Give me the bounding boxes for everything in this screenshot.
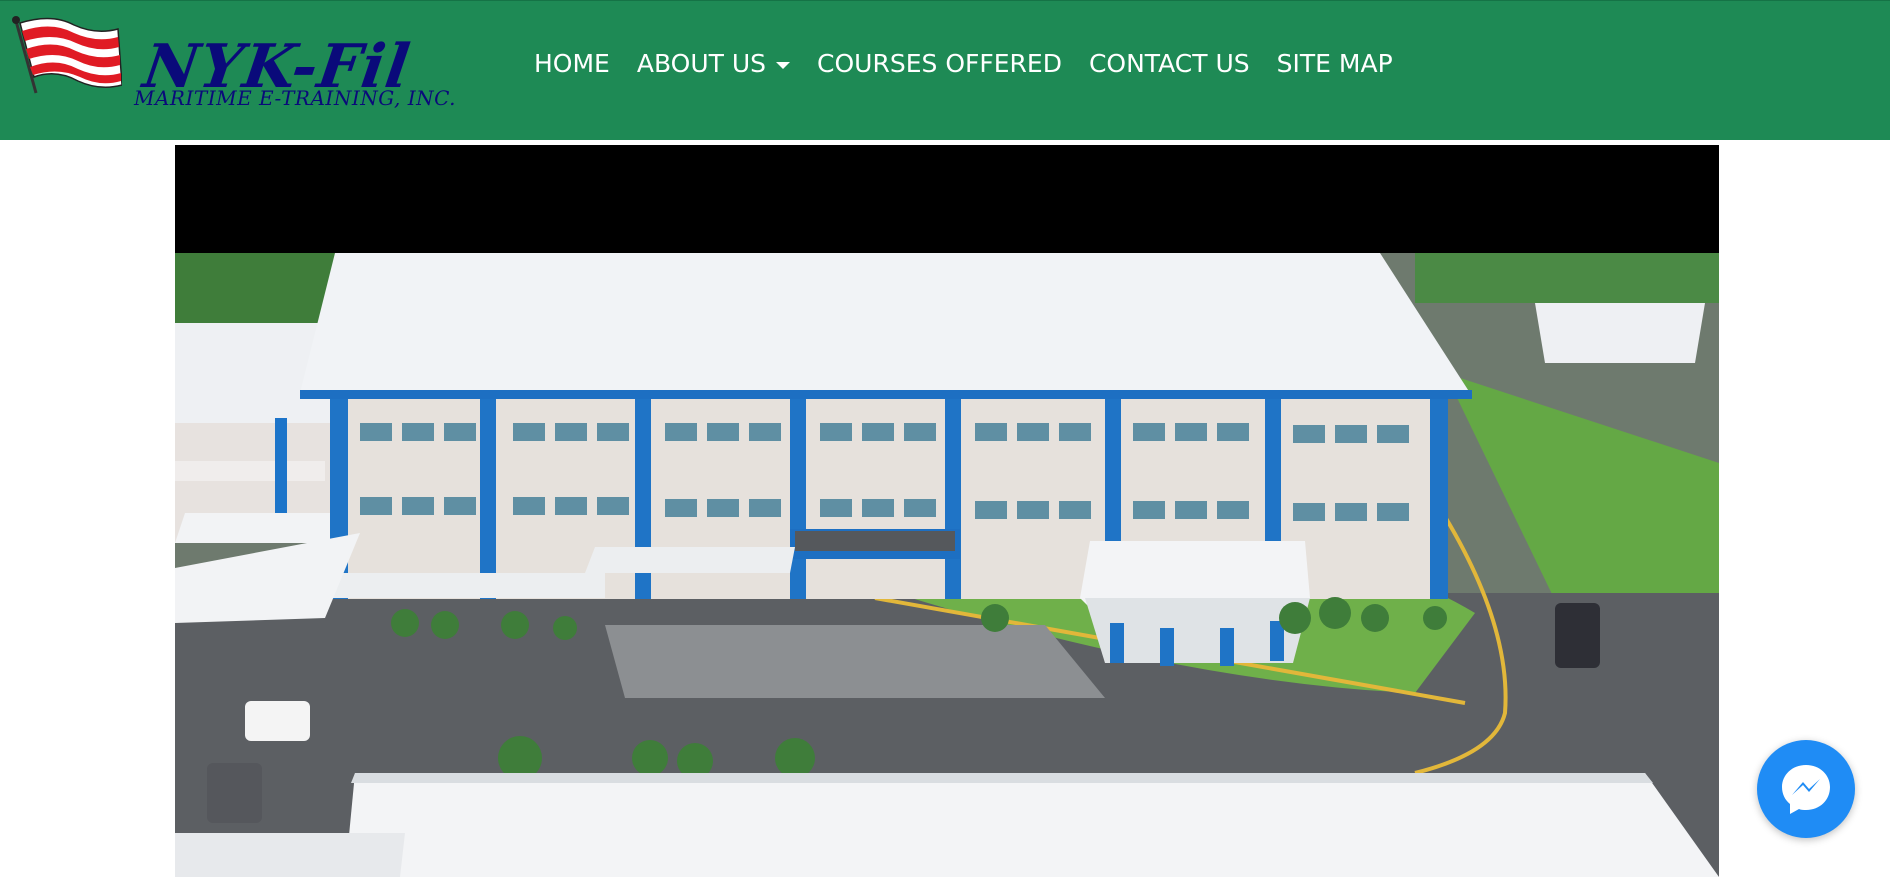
nav-home[interactable]: HOME: [534, 47, 610, 81]
messenger-icon: [1782, 765, 1830, 814]
hero-video[interactable]: [175, 145, 1719, 877]
flag-icon: [12, 16, 122, 94]
nav-about-dropdown[interactable]: ABOUT US: [636, 47, 791, 81]
nav-sitemap[interactable]: SITE MAP: [1277, 47, 1393, 81]
nav-courses[interactable]: COURSES OFFERED: [817, 47, 1062, 81]
brand-logo[interactable]: NYK-Fil MARITIME E-TRAINING, INC.: [12, 15, 488, 115]
nav-contact[interactable]: CONTACT US: [1089, 47, 1250, 81]
brand-tagline: MARITIME E-TRAINING, INC.: [134, 86, 457, 110]
top-navbar: NYK-Fil MARITIME E-TRAINING, INC. HOME A…: [0, 0, 1890, 140]
caret-down-icon: [776, 61, 791, 69]
messenger-chat-button[interactable]: [1757, 740, 1855, 838]
campus-aerial-image: [175, 253, 1719, 877]
nav-about-label: ABOUT US: [636, 49, 767, 78]
main-nav: HOME ABOUT US COURSES OFFERED CONTACT US…: [534, 47, 1420, 81]
